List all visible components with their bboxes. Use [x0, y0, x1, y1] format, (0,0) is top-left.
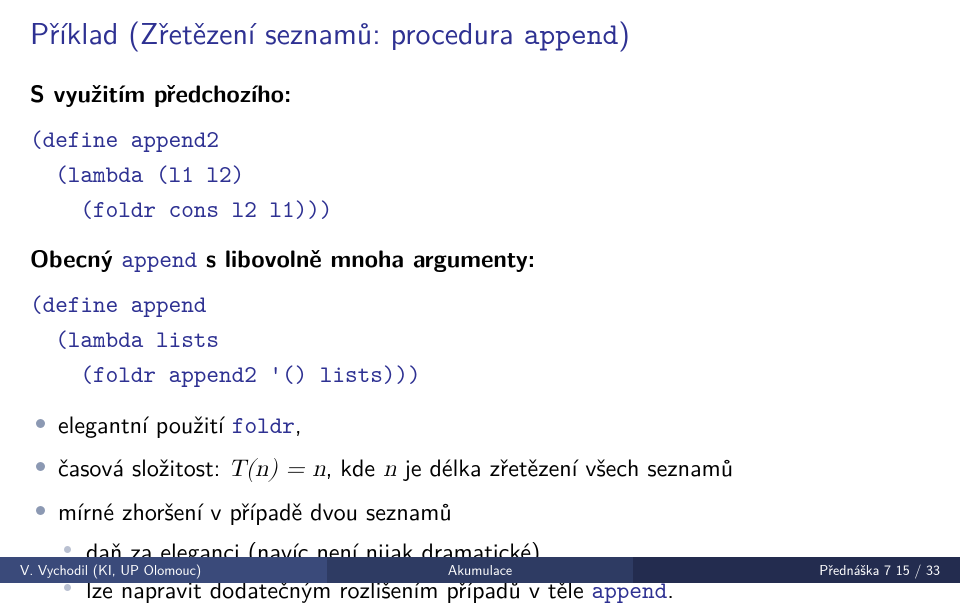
slide-title: Příklad (Zřetězení seznamů: procedura ap…: [30, 10, 930, 54]
subhead-2-suffix: s libovolně mnoha argumenty:: [197, 241, 535, 275]
slide-content: Příklad (Zřetězení seznamů: procedura ap…: [0, 0, 960, 608]
code-line: (foldr append2 '() lists))): [30, 358, 421, 390]
bullet-item: elegantní použití foldr,: [30, 406, 930, 443]
code-block-1: (define append2 (lambda (l1 l2) (foldr c…: [30, 122, 930, 226]
subhead-1: S využitím předchozího:: [30, 76, 930, 110]
code-line: (foldr cons l2 l1))): [30, 193, 332, 225]
bullet-item: časová složitost: T(n) = n, kde n je dél…: [30, 449, 930, 487]
code-line: (lambda (l1 l2): [30, 158, 244, 190]
footer-author: V. Vychodil (KI, UP Olomouc): [0, 557, 327, 583]
bullet-text: časová složitost:: [58, 449, 228, 484]
subhead-2-prefix: Obecný: [30, 241, 122, 275]
math-var: n: [383, 457, 396, 481]
footer-page: Přednáška 7 15 / 33: [633, 557, 960, 583]
bullet-text: ,: [295, 406, 302, 441]
code-block-2: (define append (lambda lists (foldr appe…: [30, 287, 930, 391]
footer-title: Akumulace: [327, 557, 634, 583]
code-line: (define append: [30, 288, 206, 320]
bullet-text: je délka zřetězení všech seznamů: [396, 449, 733, 484]
title-suffix: ): [618, 10, 630, 54]
subhead-2-code: append: [122, 243, 198, 275]
title-code: append: [524, 15, 619, 54]
code-line: (define append2: [30, 123, 219, 155]
math-expr: T(n) = n: [228, 457, 325, 481]
bullet-text: mírné zhoršení v případě dvou seznamů: [58, 493, 452, 528]
bullet-text: , kde: [326, 449, 383, 484]
bullet-text: elegantní použití: [58, 406, 232, 441]
code-line: (lambda lists: [30, 323, 219, 355]
bullet-item: mírné zhoršení v případě dvou seznamů da…: [30, 493, 930, 608]
subhead-2: Obecný append s libovolně mnoha argument…: [30, 240, 930, 275]
bullet-code: foldr: [232, 409, 295, 441]
title-text: Příklad (Zřetězení seznamů: procedura: [30, 10, 524, 54]
footer: V. Vychodil (KI, UP Olomouc) Akumulace P…: [0, 557, 960, 583]
